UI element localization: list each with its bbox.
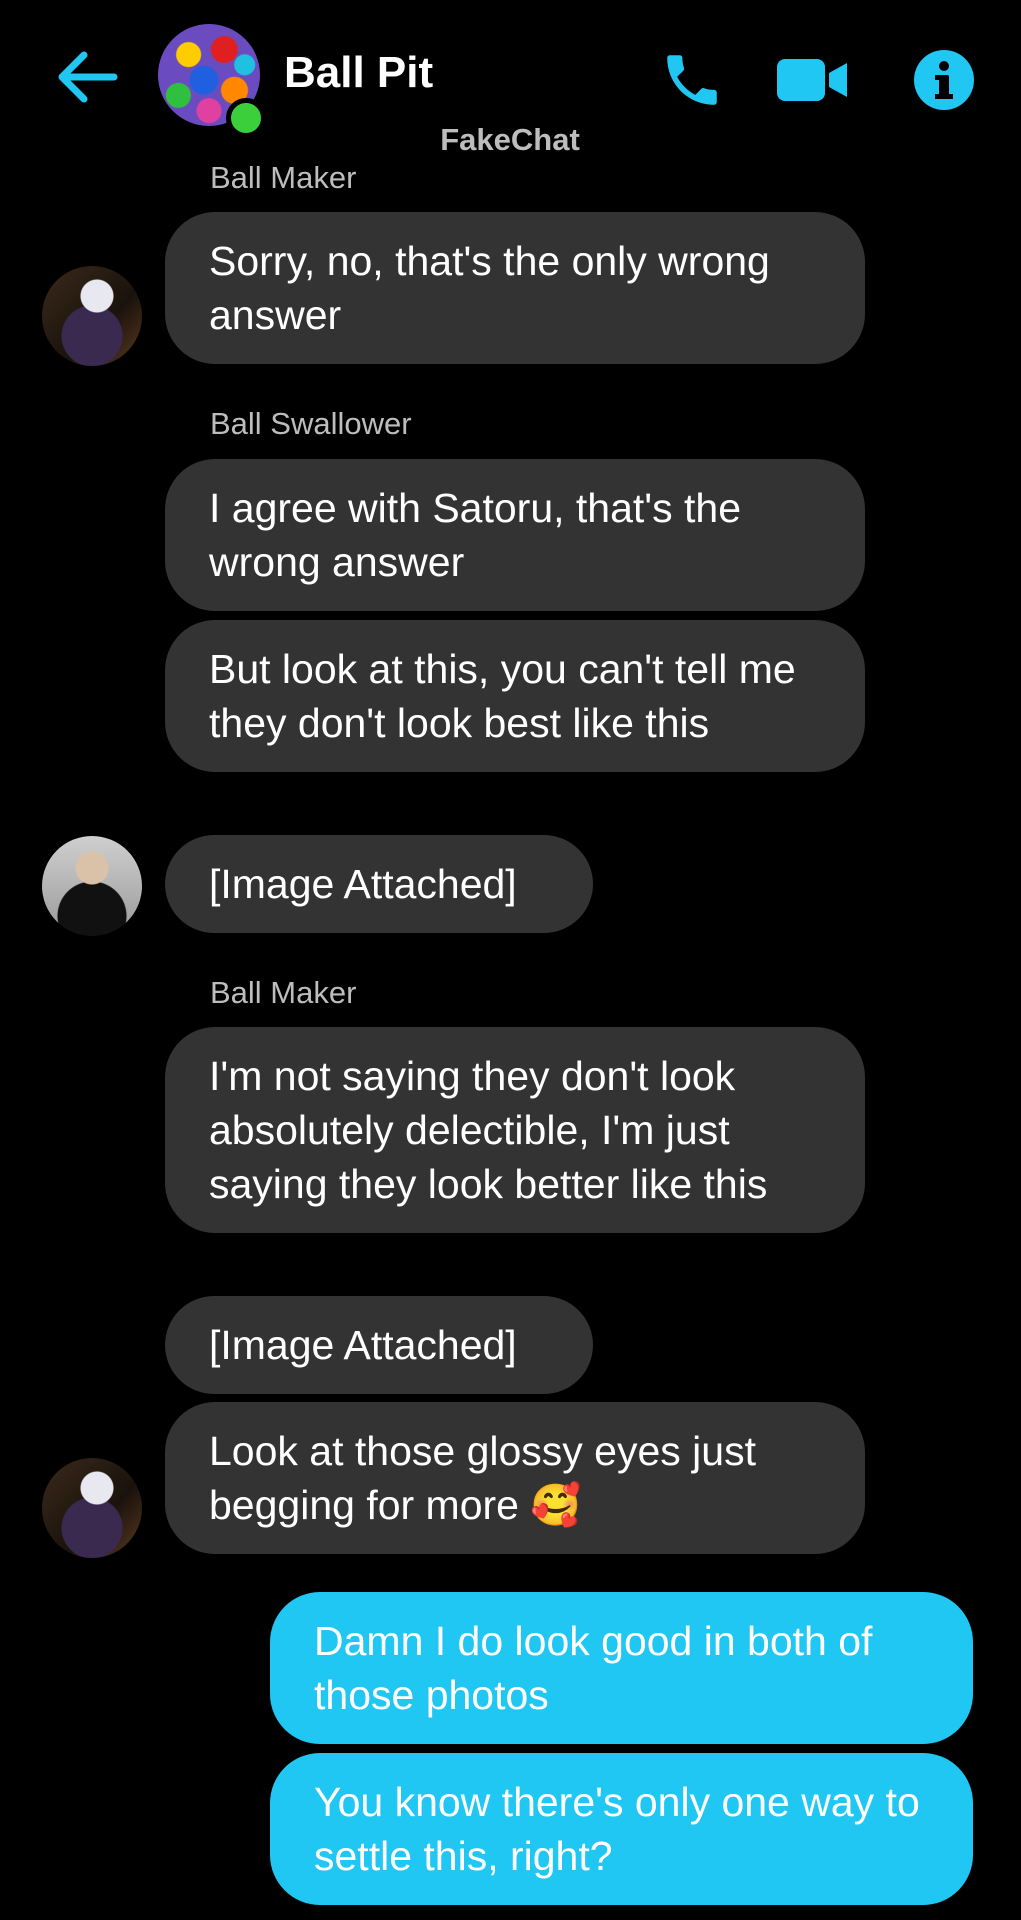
sender-name: Ball Maker bbox=[210, 160, 357, 195]
watermark: FakeChat bbox=[440, 122, 580, 157]
message-bubble[interactable]: I'm not saying they don't look absolutel… bbox=[165, 1027, 865, 1233]
phone-icon bbox=[667, 55, 717, 105]
image-attachment-bubble[interactable]: [Image Attached] bbox=[165, 835, 593, 933]
info-button[interactable] bbox=[904, 40, 984, 120]
image-attachment-bubble[interactable]: [Image Attached] bbox=[165, 1296, 593, 1394]
call-button[interactable] bbox=[652, 40, 732, 120]
chat-title[interactable]: Ball Pit bbox=[284, 48, 433, 98]
sender-avatar[interactable] bbox=[42, 266, 142, 366]
message-bubble[interactable]: I agree with Satoru, that's the wrong an… bbox=[165, 459, 865, 611]
chat-header: Ball Pit FakeChat bbox=[0, 0, 1021, 160]
video-camera-icon bbox=[777, 59, 847, 101]
info-icon bbox=[914, 50, 974, 110]
sender-name: Ball Maker bbox=[210, 975, 357, 1010]
sender-name: Ball Swallower bbox=[210, 406, 412, 441]
outgoing-message-bubble[interactable]: Damn I do look good in both of those pho… bbox=[270, 1592, 973, 1744]
arrow-left-icon bbox=[58, 51, 118, 103]
online-status-dot bbox=[226, 98, 266, 138]
message-bubble[interactable]: Sorry, no, that's the only wrong answer bbox=[165, 212, 865, 364]
sender-avatar[interactable] bbox=[42, 836, 142, 936]
back-button[interactable] bbox=[52, 42, 122, 112]
video-call-button[interactable] bbox=[772, 40, 852, 120]
message-bubble[interactable]: But look at this, you can't tell me they… bbox=[165, 620, 865, 772]
outgoing-message-bubble[interactable]: You know there's only one way to settle … bbox=[270, 1753, 973, 1905]
sender-avatar[interactable] bbox=[42, 1458, 142, 1558]
message-bubble[interactable]: Look at those glossy eyes just begging f… bbox=[165, 1402, 865, 1554]
